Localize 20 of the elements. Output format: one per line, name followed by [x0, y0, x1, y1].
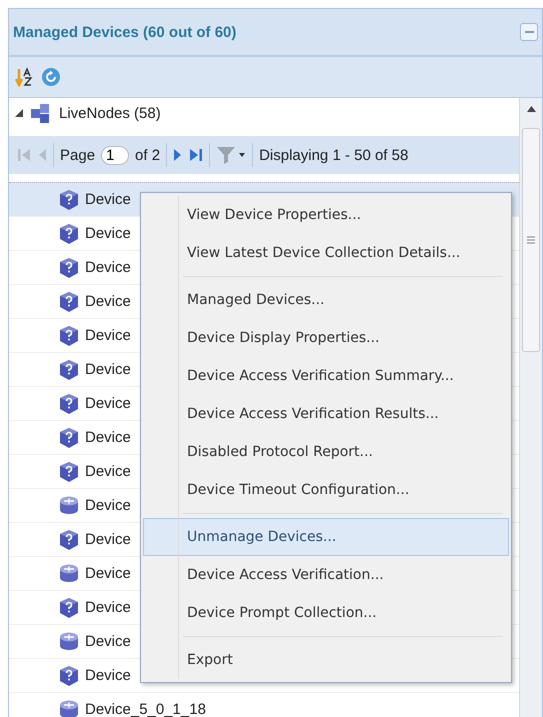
device-label: Device — [85, 327, 131, 344]
page-label: Page — [60, 146, 96, 164]
device-label: Device — [85, 565, 131, 582]
device-label: Device — [85, 531, 131, 548]
device-label: Device — [85, 395, 131, 412]
device-label: Device — [85, 259, 131, 276]
panel-title: Managed Devices (60 out of 60) — [13, 24, 236, 40]
paging-status: Displaying 1 - 50 of 58 — [259, 146, 408, 164]
device-label: Device — [85, 293, 131, 310]
page-count: of 2 — [135, 146, 160, 164]
device-label: Device — [85, 463, 131, 480]
device-label: Device — [85, 599, 131, 616]
device-label: Device_5_0_1_18 — [85, 701, 206, 717]
device-label: Device — [85, 633, 131, 650]
device-label: Device — [85, 361, 131, 378]
device-label: Device — [85, 429, 131, 446]
device-label: Device — [85, 497, 131, 514]
device-label: Device — [85, 191, 131, 208]
device-label: Device — [85, 667, 131, 684]
device-label: Device — [85, 225, 131, 242]
